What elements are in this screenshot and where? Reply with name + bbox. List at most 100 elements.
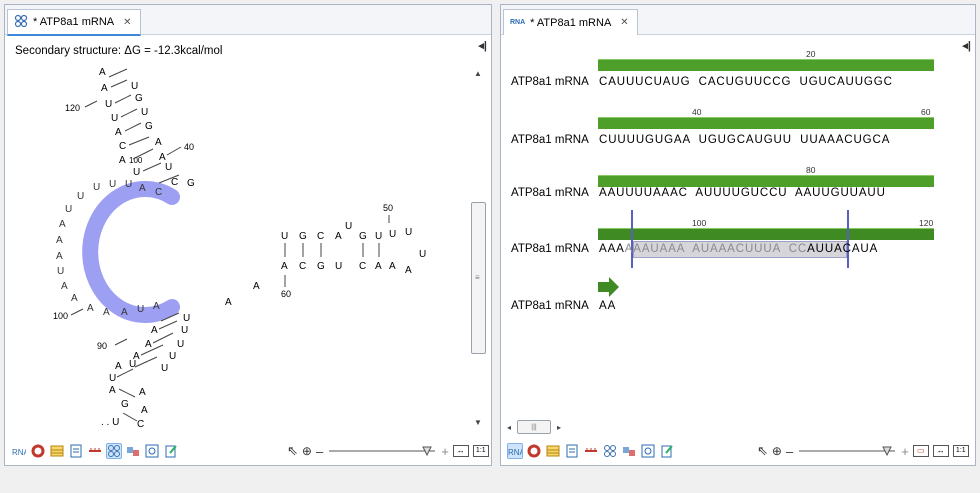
selection-start-marker[interactable] (631, 210, 633, 268)
tab-secondary-structure[interactable]: * ATP8a1 mRNA ✕ (7, 9, 141, 36)
edit-icon[interactable] (163, 443, 179, 459)
left-view-toolbar: RNA ⇖ ⊕ – + ↔ 1:1 (5, 437, 491, 465)
ruler-label: 40 (692, 107, 702, 117)
sequence-text[interactable]: CUUUUGUGAA UGUGCAUGUU UUAAACUGCA (599, 134, 890, 146)
fit-width-icon[interactable]: ↔ (932, 445, 949, 457)
base: U (105, 99, 112, 110)
base: A (56, 251, 63, 262)
base: G (299, 231, 307, 242)
base: U (183, 313, 190, 324)
zoom-in-icon[interactable]: ⊕ (772, 444, 782, 458)
base: U (77, 191, 84, 202)
base: A (145, 339, 152, 350)
base: U (375, 231, 382, 242)
sequence-text[interactable]: AA (599, 300, 616, 312)
circle-icon[interactable] (30, 443, 46, 459)
zoom-in-icon[interactable]: ⊕ (302, 444, 312, 458)
right-tabbar: RNA * ATP8a1 mRNA ✕ (501, 5, 975, 35)
base: A (101, 83, 108, 94)
base: A (225, 297, 232, 308)
rna-icon[interactable]: RNA (507, 443, 523, 459)
sequence-selected: AAAUAAA AUAAACUUUA CC (624, 243, 808, 255)
zoom-plus-icon[interactable]: + (901, 444, 909, 459)
zoom-plus-icon[interactable]: + (441, 444, 449, 459)
rna-structure-drawing[interactable]: A AU 120 UG UU AG CA A 100 A 40 UU CG UU U… (9, 67, 449, 427)
base: A (155, 137, 162, 148)
rna-icon[interactable]: RNA (11, 443, 27, 459)
linked-icon[interactable] (125, 443, 141, 459)
lines-icon[interactable] (564, 443, 580, 459)
sequence-text[interactable]: CAUUUCUAUG CACUGUUCCG UGUCAUUGGC (599, 76, 893, 88)
scroll-left-icon[interactable]: ◂ (507, 423, 511, 432)
sequence-text[interactable]: AAAAAAUAAA AUAAACUUUA CCAUUACAUA (599, 243, 878, 255)
structure-icon[interactable] (106, 443, 122, 459)
linked-icon[interactable] (621, 443, 637, 459)
ruler-icon[interactable] (583, 443, 599, 459)
base: U (131, 81, 138, 92)
close-icon[interactable]: ✕ (123, 17, 131, 28)
sequence-text[interactable]: AAUUUUAAAC AUUUUGUCCU AAUUGUUAUU (599, 187, 886, 199)
scroll-thumb[interactable]: ||| (517, 420, 552, 434)
zoom-controls: ⇖ ⊕ – + ▭ ↔ 1:1 (757, 443, 969, 459)
structure-icon[interactable] (602, 443, 618, 459)
svg-text:RNA: RNA (508, 448, 522, 456)
zoom-out-icon[interactable]: – (786, 444, 793, 459)
left-tabbar: * ATP8a1 mRNA ✕ (5, 5, 491, 36)
collapse-side-panel-icon[interactable]: ◂| (962, 39, 971, 52)
edit-icon[interactable] (659, 443, 675, 459)
base: A (141, 405, 148, 416)
zoom-out-icon[interactable]: – (316, 444, 323, 459)
info-icon[interactable] (640, 443, 656, 459)
table-icon[interactable] (49, 443, 65, 459)
zoom-controls: ⇖ ⊕ – + ↔ 1:1 (287, 443, 489, 459)
one-to-one-icon[interactable]: 1:1 (472, 445, 489, 457)
base: U (165, 162, 172, 173)
base: U (93, 182, 100, 193)
tab-sequence[interactable]: RNA * ATP8a1 mRNA ✕ (503, 9, 638, 35)
close-icon[interactable]: ✕ (620, 17, 628, 28)
pointer-icon[interactable]: ⇖ (757, 443, 768, 459)
sequence-bar (598, 59, 934, 71)
horizontal-scrollbar[interactable]: ◂ ||| ▸ (507, 419, 587, 435)
base: C (359, 261, 366, 272)
ruler-icon[interactable] (87, 443, 103, 459)
base: G (187, 178, 195, 189)
base: U (57, 266, 64, 277)
scroll-right-icon[interactable]: ▸ (557, 423, 561, 432)
pointer-icon[interactable]: ⇖ (287, 443, 298, 459)
base: U (405, 227, 412, 238)
base: C (119, 141, 126, 152)
base: G (317, 261, 325, 272)
svg-text:RNA: RNA (12, 448, 26, 456)
sequence-view-pane: RNA * ATP8a1 mRNA ✕ ◂| 20 ATP8a1 mRNA CA… (500, 4, 976, 466)
base: G (121, 399, 129, 410)
base: A (139, 387, 146, 398)
base: U (129, 359, 136, 370)
vertical-scrollbar[interactable]: ▲ ≡ ▼ (470, 67, 487, 429)
circle-icon[interactable] (526, 443, 542, 459)
base: U (335, 261, 342, 272)
base: C (137, 419, 144, 427)
one-to-one-icon[interactable]: 1:1 (952, 445, 969, 457)
base: A (71, 293, 78, 304)
base: A (405, 265, 412, 276)
zoom-slider[interactable] (797, 445, 897, 457)
base: A (56, 235, 63, 246)
ruler-label: 20 (806, 49, 816, 59)
fit-width-icon[interactable]: ↔ (452, 445, 469, 457)
zoom-slider[interactable] (327, 445, 437, 457)
base: A (151, 325, 158, 336)
lines-icon[interactable] (68, 443, 84, 459)
scroll-thumb[interactable]: ≡ (471, 202, 486, 354)
base: G (135, 93, 143, 104)
collapse-side-panel-icon[interactable]: ◂| (478, 39, 487, 52)
fit-selection-icon[interactable]: ▭ (912, 445, 929, 457)
info-icon[interactable] (144, 443, 160, 459)
table-icon[interactable] (545, 443, 561, 459)
base: U (181, 325, 188, 336)
scroll-down-icon[interactable]: ▼ (474, 418, 482, 427)
scroll-up-icon[interactable]: ▲ (474, 69, 482, 78)
base: A (115, 361, 122, 372)
selection-end-marker[interactable] (847, 210, 849, 268)
sequence-label: ATP8a1 mRNA (511, 187, 589, 199)
